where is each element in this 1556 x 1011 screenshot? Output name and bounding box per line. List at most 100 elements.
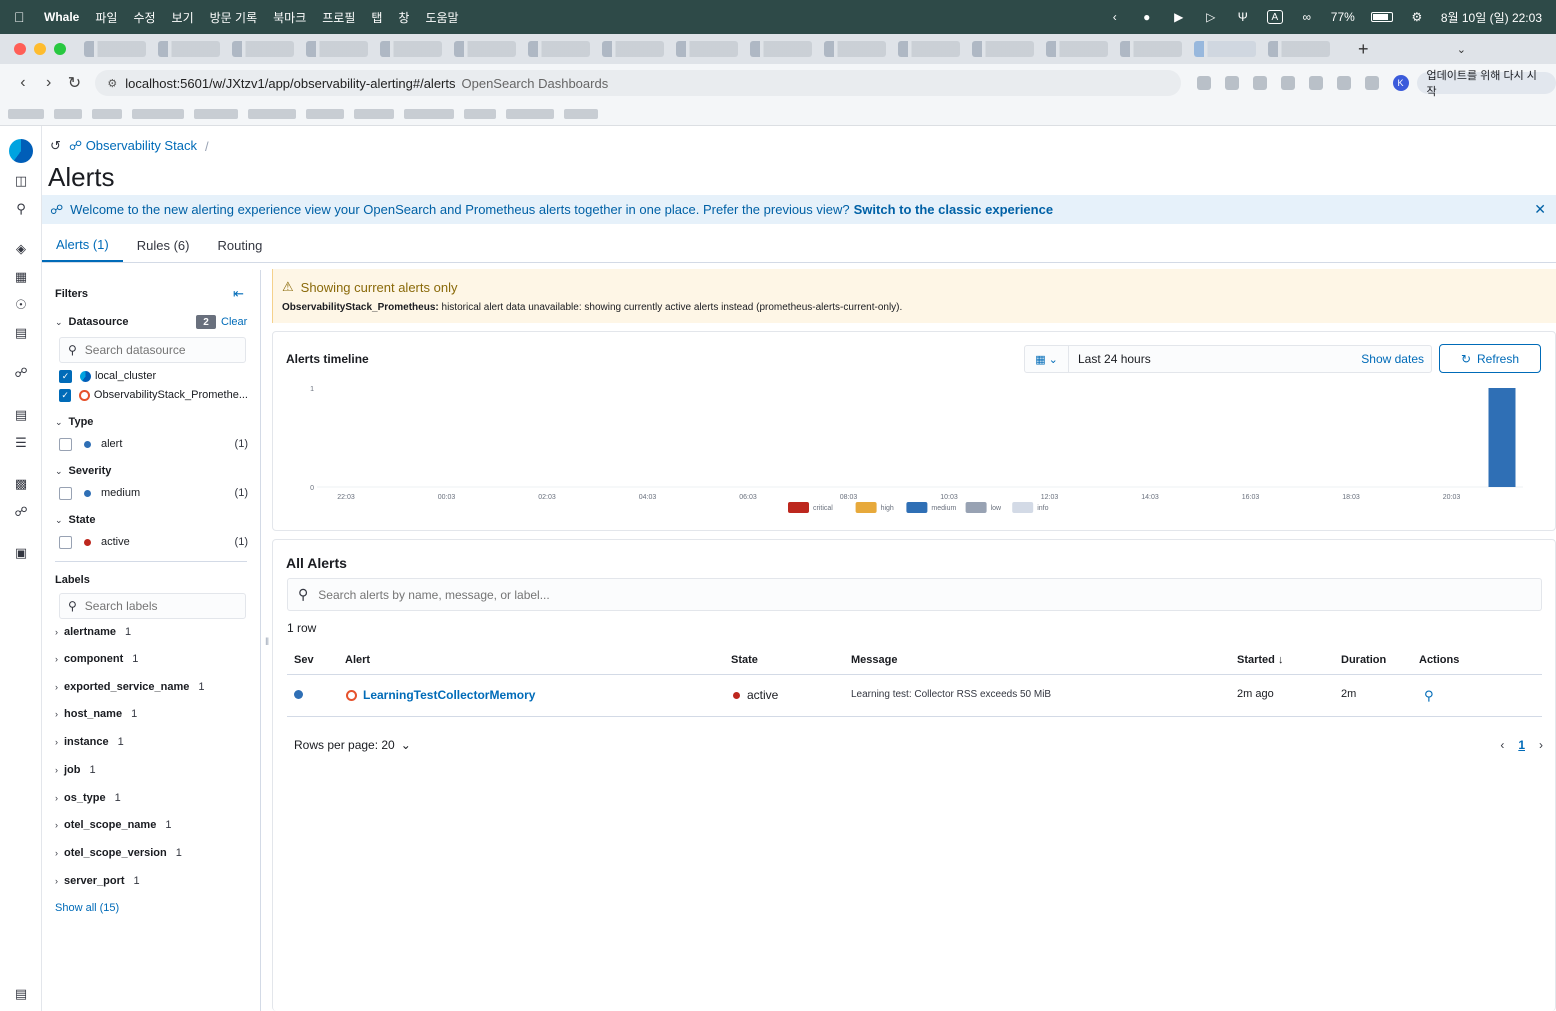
bookmark-item[interactable] [564, 108, 598, 119]
opensearch-logo-icon[interactable] [9, 139, 33, 163]
profile-avatar[interactable]: K [1392, 75, 1409, 91]
menu-bookmarks[interactable]: 북마크 [273, 9, 306, 26]
browser-tab[interactable] [750, 41, 812, 57]
chevron-left-icon[interactable]: ‹ [1107, 10, 1123, 24]
screenshot-icon[interactable] [1336, 76, 1351, 90]
prev-page-icon[interactable]: ‹ [1500, 738, 1504, 752]
datasource-section-toggle[interactable]: ⌄ Datasource [55, 316, 128, 328]
control-center-icon[interactable]: ⚙ [1409, 10, 1425, 24]
classic-experience-link[interactable]: Switch to the classic experience [854, 202, 1053, 217]
menu-profile[interactable]: 프로필 [322, 9, 355, 26]
checkbox[interactable]: ✓ [59, 369, 72, 383]
extension-icon[interactable] [1280, 76, 1295, 90]
menu-tab[interactable]: 탭 [371, 9, 382, 26]
tab-routing[interactable]: Routing [203, 228, 276, 262]
reload-icon[interactable]: ↻ [62, 73, 88, 93]
tab-rules[interactable]: Rules (6) [123, 228, 204, 262]
browser-tab[interactable] [84, 41, 146, 57]
forward-icon[interactable]: › [36, 74, 62, 92]
bookmark-item[interactable] [506, 108, 554, 119]
sidebar-icon[interactable] [1364, 76, 1379, 90]
inspect-alert-icon[interactable]: ⚲ [1424, 688, 1434, 704]
tab-alerts[interactable]: Alerts (1) [42, 228, 123, 262]
checkbox[interactable] [59, 437, 72, 451]
datasource-option-local-cluster[interactable]: ✓ local_cluster [59, 368, 248, 384]
browser-tab[interactable] [972, 41, 1034, 57]
bookmark-item[interactable] [354, 108, 394, 119]
browser-tab[interactable] [676, 41, 738, 57]
type-section-toggle[interactable]: ⌄ Type [55, 416, 93, 428]
alert-name-link[interactable]: LearningTestCollectorMemory [363, 688, 535, 702]
close-window-button[interactable] [14, 43, 26, 55]
label-filter-exported-service-name[interactable]: › exported_service_name 1 [55, 681, 204, 693]
traces-icon[interactable]: ☍ [12, 364, 30, 382]
apps-grid-icon[interactable]: ▦ [12, 268, 30, 286]
browser-tab[interactable] [1046, 41, 1108, 57]
state-option-active[interactable]: active (1) [59, 534, 248, 550]
site-info-icon[interactable]: ⚙ [107, 77, 117, 90]
label-filter-otel-scope-name[interactable]: › otel_scope_name 1 [55, 819, 171, 831]
menu-file[interactable]: 파일 [95, 9, 117, 26]
alerting-icon[interactable]: ◈ [12, 240, 30, 258]
resize-handle[interactable]: ‖ [265, 637, 269, 648]
extension-icon[interactable] [1224, 76, 1239, 90]
visualize-icon[interactable]: ▤ [12, 324, 30, 342]
next-page-icon[interactable]: › [1539, 738, 1543, 752]
bookmark-item[interactable] [132, 108, 184, 119]
panel-toggle-icon[interactable]: ◫ [12, 172, 30, 190]
bookmark-item[interactable] [194, 108, 238, 119]
back-icon[interactable]: ‹ [10, 74, 36, 92]
labels-search-input[interactable] [84, 599, 235, 613]
new-tab-icon[interactable]: + [1358, 39, 1369, 60]
recent-items-icon[interactable]: ↺ [50, 138, 61, 154]
col-alert[interactable]: Alert [345, 654, 370, 666]
menu-history[interactable]: 방문 기록 [210, 9, 258, 26]
menu-window[interactable]: 창 [398, 9, 409, 26]
bookmark-item[interactable] [464, 108, 496, 119]
col-sev[interactable]: Sev [294, 654, 314, 666]
extension-icon[interactable] [1252, 76, 1267, 90]
type-option-alert[interactable]: alert (1) [59, 436, 248, 452]
search-icon[interactable]: ⚲ [12, 200, 30, 218]
alerts-search-input[interactable] [318, 587, 1519, 602]
breadcrumb-workspace[interactable]: ☍ Observability Stack [69, 138, 197, 154]
browser-tab[interactable] [454, 41, 516, 57]
browser-tab-active[interactable] [1194, 41, 1256, 57]
label-filter-os-type[interactable]: › os_type 1 [55, 792, 121, 804]
input-source-icon[interactable]: A [1266, 10, 1283, 24]
browser-tab[interactable] [380, 41, 442, 57]
zoom-window-button[interactable] [54, 43, 66, 55]
pipelines-icon[interactable]: ☰ [12, 434, 30, 452]
menu-edit[interactable]: 수정 [133, 9, 155, 26]
browser-tab[interactable] [306, 41, 368, 57]
show-all-labels-link[interactable]: Show all (15) [55, 902, 119, 914]
update-restart-button[interactable]: 업데이트를 위해 다시 시작 [1416, 70, 1556, 98]
app-menu[interactable]: Whale [44, 10, 79, 24]
bookmark-item[interactable] [404, 108, 454, 119]
checkbox[interactable]: ✓ [59, 388, 72, 402]
play-icon[interactable]: ▷ [1203, 10, 1219, 24]
apple-icon[interactable]:  [14, 9, 30, 25]
datasource-search-input[interactable] [84, 343, 235, 357]
battery-icon[interactable] [1370, 12, 1393, 22]
label-filter-server-port[interactable]: › server_port 1 [55, 875, 140, 887]
link-icon[interactable]: ∞ [1299, 10, 1315, 24]
severity-option-medium[interactable]: medium (1) [59, 485, 248, 501]
address-bar[interactable]: ⚙ localhost:5601/w/JXtzv1/app/observabil… [95, 70, 1181, 96]
col-duration[interactable]: Duration [1341, 654, 1386, 666]
state-section-toggle[interactable]: ⌄ State [55, 514, 95, 526]
extension-icon[interactable] [1196, 76, 1211, 90]
browser-tab[interactable] [824, 41, 886, 57]
bookmark-item[interactable] [92, 108, 122, 119]
datasource-search-field[interactable]: ⚲ [59, 337, 246, 363]
checkbox[interactable] [59, 535, 72, 549]
page-button-current[interactable]: 1 [1518, 738, 1525, 752]
data-sources-icon[interactable]: ▣ [12, 544, 30, 562]
collapse-filters-icon[interactable]: ⇤ [233, 286, 244, 302]
integrations-icon[interactable]: ☍ [12, 503, 30, 521]
label-filter-alertname[interactable]: › alertname 1 [55, 626, 131, 638]
datasource-clear-button[interactable]: Clear [221, 316, 247, 328]
checkbox[interactable] [59, 486, 72, 500]
discover-icon[interactable]: ☉ [12, 296, 30, 314]
browser-tab[interactable] [158, 41, 220, 57]
